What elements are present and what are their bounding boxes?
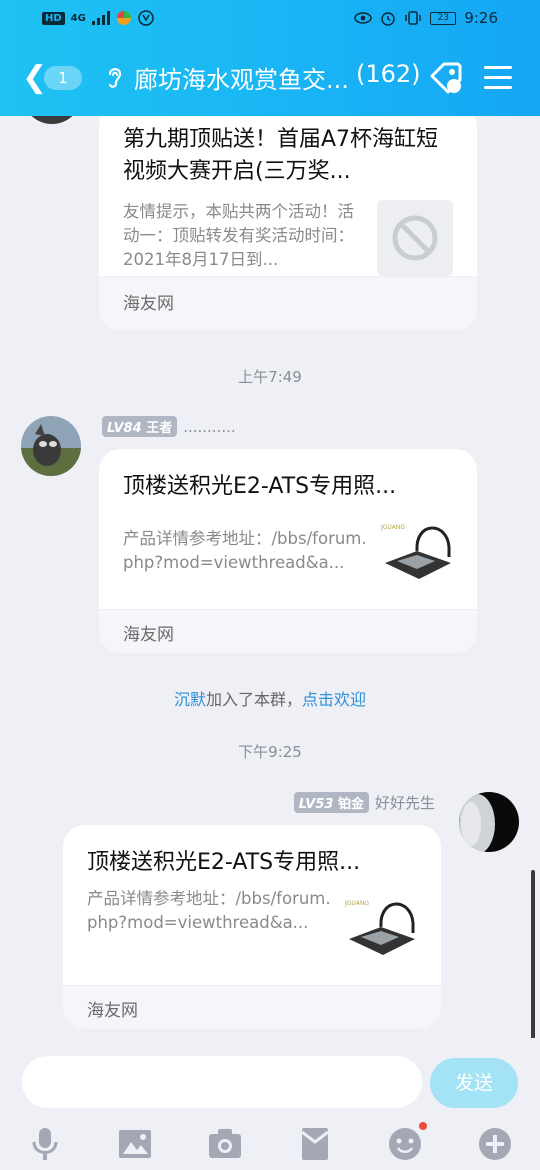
sender-info: LV53 铂金 好好先生 [293,792,435,813]
sender-info: LV84 王者 ........... [102,416,236,437]
camera-icon[interactable] [207,1126,243,1162]
unread-badge: 1 [44,66,82,90]
vibrate-icon [405,11,422,25]
card-title: 顶楼送积光E2-ATS专用照... [123,474,397,499]
timestamp: 下午9:25 [238,743,302,761]
menu-button[interactable] [484,66,512,90]
clock: 9:26 [464,9,498,27]
signal-icon [91,11,110,25]
plus-icon[interactable] [477,1126,513,1162]
network-indicator: 4G [70,12,86,24]
system-message: 沉默加入了本群，点击欢迎 [0,686,540,710]
svg-text:JGUANG: JGUANG [344,900,369,907]
avatar[interactable] [459,792,519,852]
link-card[interactable]: 顶楼送积光E2-ATS专用照... 产品详情参考地址：/bbs/forum.ph… [99,449,477,653]
avatar[interactable] [22,116,82,124]
card-title: 顶楼送积光E2-ATS专用照... [87,850,361,875]
card-description: 产品详情参考地址：/bbs/forum.php?mod=viewthread&a… [123,529,367,572]
emoji-icon [389,1128,421,1160]
card-description: 产品详情参考地址：/bbs/forum.php?mod=viewthread&a… [87,889,331,932]
eye-icon [354,12,373,24]
chat-area[interactable]: 第九期顶贴送！首届A7杯海缸短视频大赛开启(三万奖... 友情提示，本贴共两个活… [0,116,540,1038]
timestamp: 上午7:49 [238,368,302,386]
status-bar: HD 4G 23 9:26 [0,0,540,40]
battery-icon: 23 [430,11,457,25]
link-card[interactable]: 第九期顶贴送！首届A7杯海缸短视频大赛开启(三万奖... 友情提示，本贴共两个活… [99,116,477,330]
back-button[interactable]: ❮ 1 [22,62,92,94]
level-text: LV53 [298,797,334,812]
ear-icon [108,68,122,88]
shield-icon [138,10,154,26]
emoji-button[interactable] [387,1122,427,1162]
product-image: JGUANG [341,887,417,963]
group-title[interactable]: 廊坊海水观赏鱼交... [134,60,349,95]
system-text: 加入了本群， [205,690,302,709]
rank-text: 王者 [146,421,173,436]
card-source: 海友网 [99,276,477,330]
top-bar: HD 4G 23 9:26 ❮ 1 廊坊海水观赏鱼交... (162) [0,0,540,116]
sender-name[interactable]: ........... [183,418,235,436]
hd-indicator: HD [42,11,65,25]
input-toolbar [0,1122,540,1166]
card-source: 海友网 [63,985,441,1029]
group-tag-icon[interactable] [426,58,466,98]
send-button[interactable]: 发送 [430,1058,518,1108]
placeholder-image-icon [377,200,453,276]
scrollbar[interactable] [531,870,535,1038]
app-notification-icon [116,11,131,25]
sender-name[interactable]: 好好先生 [375,792,435,813]
card-source: 海友网 [99,609,477,653]
source-label: 海友网 [123,625,174,645]
link-card[interactable]: 顶楼送积光E2-ATS专用照... 产品详情参考地址：/bbs/forum.ph… [63,825,441,1029]
rank-text: 铂金 [337,797,364,812]
card-description: 友情提示，本贴共两个活动！活动一：顶贴转发有奖活动时间：2021年8月17日到.… [123,202,354,269]
level-text: LV84 [107,421,142,436]
alarm-icon [381,12,396,26]
svg-text:JGUANG: JGUANG [380,524,405,531]
level-badge: LV84 王者 [102,416,178,437]
avatar[interactable] [21,416,81,476]
red-packet-icon[interactable] [297,1126,333,1162]
battery-level: 23 [437,12,450,23]
source-label: 海友网 [123,294,174,314]
image-icon[interactable] [117,1126,153,1162]
input-bar: 发送 [0,1038,540,1170]
message-input[interactable] [22,1056,422,1108]
card-title: 第九期顶贴送！首届A7杯海缸短视频大赛开启(三万奖... [123,127,439,184]
mic-icon[interactable] [27,1126,63,1162]
navigation-bar: ❮ 1 廊坊海水观赏鱼交... (162) [0,40,540,116]
welcome-link[interactable]: 点击欢迎 [302,690,366,709]
product-image: JGUANG [377,511,453,587]
member-count: (162) [356,60,421,88]
system-user-link[interactable]: 沉默 [174,690,206,709]
source-label: 海友网 [87,1001,138,1021]
level-badge: LV53 铂金 [293,792,369,813]
notification-dot [419,1122,427,1130]
